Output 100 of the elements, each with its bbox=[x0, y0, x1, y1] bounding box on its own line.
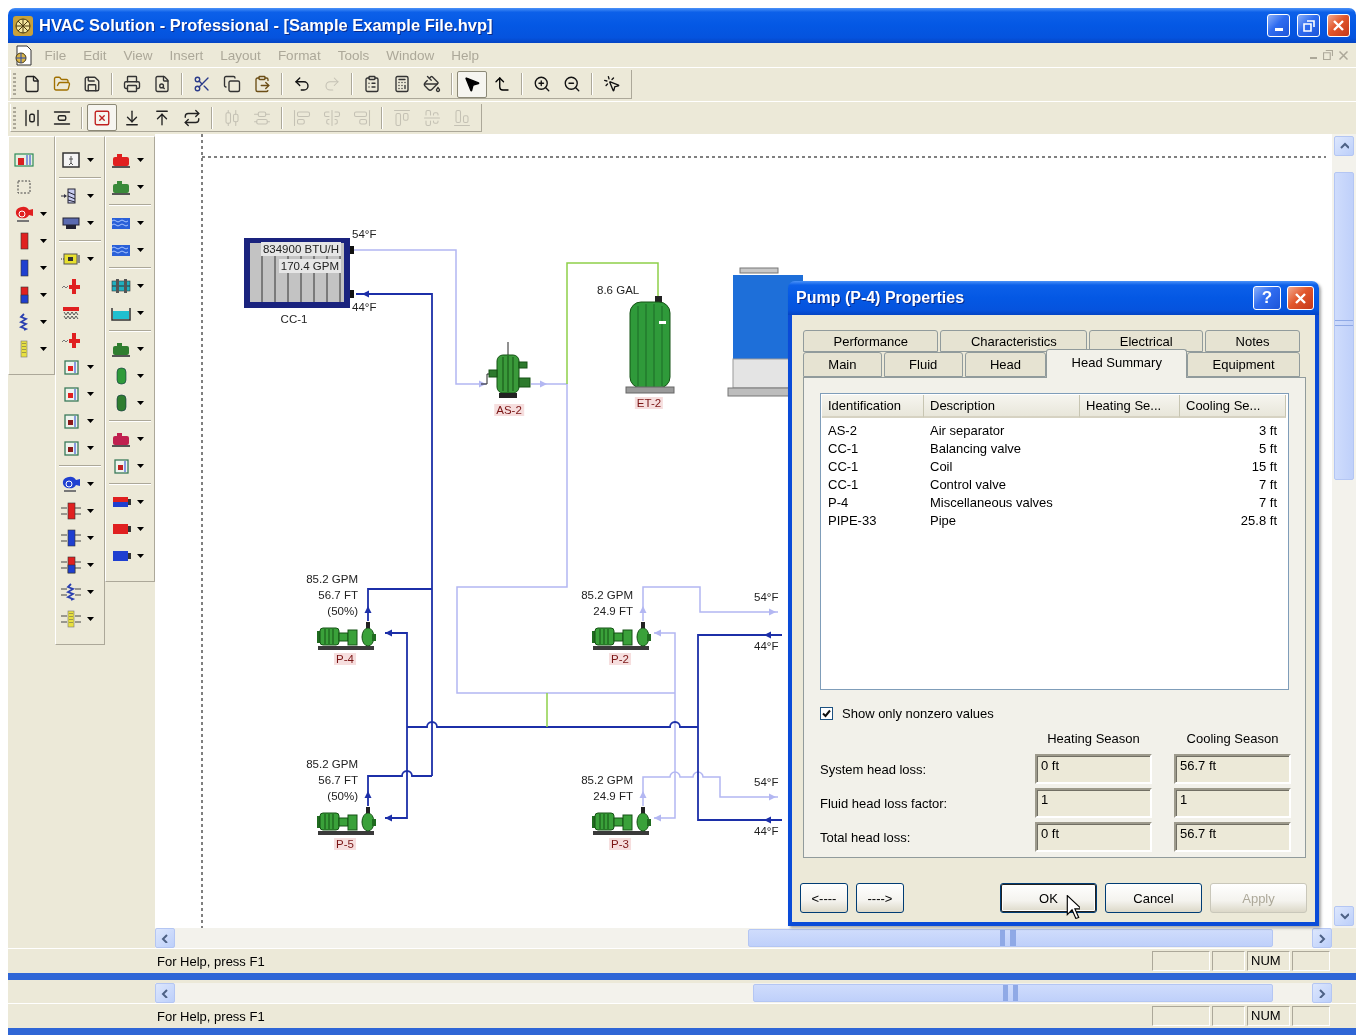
horizontal-scrollbar[interactable] bbox=[155, 983, 1332, 1003]
dialog-button[interactable]: OK bbox=[1000, 883, 1097, 913]
document-icon[interactable] bbox=[12, 44, 34, 66]
dropdown-caret-icon[interactable] bbox=[87, 193, 94, 198]
dropdown-caret-icon[interactable] bbox=[40, 319, 47, 324]
dropdown-caret-icon[interactable] bbox=[40, 292, 47, 297]
dropdown-caret-icon[interactable] bbox=[87, 418, 94, 423]
scroll-up-button[interactable] bbox=[1334, 136, 1354, 156]
value-field[interactable]: 1 bbox=[1035, 788, 1152, 818]
close-button[interactable] bbox=[1287, 286, 1314, 310]
column-header[interactable]: Heating Se... bbox=[1080, 395, 1180, 418]
column-header[interactable]: Description bbox=[924, 395, 1080, 418]
dropdown-caret-icon[interactable] bbox=[137, 400, 144, 405]
dropdown-caret-icon[interactable] bbox=[40, 211, 47, 216]
inline-spring-icon[interactable] bbox=[60, 582, 82, 601]
vertical-scrollbar[interactable] bbox=[1332, 134, 1356, 928]
flow-reading: 85.2 GPM bbox=[306, 757, 358, 772]
volume-reading: 8.6 GAL bbox=[597, 284, 640, 296]
chevron-right-icon bbox=[1317, 988, 1327, 998]
tab[interactable]: Electrical bbox=[1089, 330, 1204, 352]
table-cell-text: 15 ft bbox=[1250, 458, 1278, 474]
dialog-button[interactable]: Cancel bbox=[1105, 883, 1202, 913]
column-header[interactable]: Cooling Se... bbox=[1180, 395, 1286, 418]
status-pane bbox=[1212, 951, 1245, 971]
dropdown-caret-icon[interactable] bbox=[87, 256, 94, 261]
nav-button[interactable]: <---- bbox=[800, 883, 848, 913]
zone-icon[interactable] bbox=[60, 150, 82, 169]
minimize-button[interactable] bbox=[1267, 14, 1290, 37]
dropdown-caret-icon[interactable] bbox=[137, 184, 144, 189]
dropdown-caret-icon[interactable] bbox=[87, 616, 94, 621]
fan-icon[interactable] bbox=[60, 474, 82, 493]
value-field[interactable]: 56.7 ft bbox=[1174, 822, 1291, 852]
dropdown-caret-icon[interactable] bbox=[40, 238, 47, 243]
dropdown-caret-icon[interactable] bbox=[87, 562, 94, 567]
scroll-thumb[interactable] bbox=[1334, 172, 1354, 480]
chevron-left-icon bbox=[160, 933, 170, 943]
dropdown-caret-icon[interactable] bbox=[137, 247, 144, 252]
scroll-left-button[interactable] bbox=[155, 983, 175, 1003]
dropdown-caret-icon[interactable] bbox=[87, 535, 94, 540]
dropdown-caret-icon[interactable] bbox=[137, 436, 144, 441]
equipment-tag: ET-2 bbox=[634, 397, 664, 409]
dropdown-caret-icon[interactable] bbox=[137, 220, 144, 225]
scroll-down-button[interactable] bbox=[1334, 906, 1354, 926]
dropdown-caret-icon[interactable] bbox=[137, 373, 144, 378]
table-cell-text: Balancing valve bbox=[929, 440, 1023, 456]
dropdown-caret-icon[interactable] bbox=[87, 445, 94, 450]
tab[interactable]: Fluid bbox=[883, 352, 963, 377]
nav-button[interactable]: ----> bbox=[856, 883, 904, 913]
scroll-right-button[interactable] bbox=[1312, 983, 1332, 1003]
dropdown-caret-icon[interactable] bbox=[87, 220, 94, 225]
tab[interactable]: Performance bbox=[803, 330, 939, 352]
toolbar-grip[interactable] bbox=[13, 106, 16, 129]
value-field[interactable]: 56.7 ft bbox=[1174, 754, 1291, 784]
tab[interactable]: Head Summary bbox=[1046, 349, 1188, 378]
value-field[interactable]: 0 ft bbox=[1035, 754, 1152, 784]
column-header[interactable]: Identification bbox=[822, 395, 924, 418]
value-field[interactable]: 1 bbox=[1174, 788, 1291, 818]
tab[interactable]: Equipment bbox=[1187, 352, 1300, 377]
dropdown-caret-icon[interactable] bbox=[87, 589, 94, 594]
air-handler-icon[interactable] bbox=[13, 150, 35, 169]
horizontal-scrollbar[interactable] bbox=[155, 928, 1332, 948]
inline-coil-icon[interactable] bbox=[60, 501, 82, 520]
dropdown-caret-icon[interactable] bbox=[137, 283, 144, 288]
dropdown-caret-icon[interactable] bbox=[137, 526, 144, 531]
inline-coil-icon[interactable] bbox=[60, 528, 82, 547]
valve-icon[interactable] bbox=[60, 276, 82, 295]
minimize-icon bbox=[1274, 28, 1283, 31]
inline-coil-icon[interactable] bbox=[60, 555, 82, 574]
scroll-right-button[interactable] bbox=[1312, 928, 1332, 948]
dropdown-caret-icon[interactable] bbox=[40, 265, 47, 270]
close-button[interactable] bbox=[1327, 14, 1350, 37]
value-field[interactable]: 0 ft bbox=[1035, 822, 1152, 852]
tab[interactable]: Characteristics bbox=[940, 330, 1088, 352]
dropdown-caret-icon[interactable] bbox=[137, 553, 144, 558]
toolbar-grip[interactable] bbox=[13, 73, 16, 95]
head-reading: 24.9 FT bbox=[593, 789, 633, 804]
fan-icon[interactable] bbox=[13, 204, 35, 223]
dropdown-caret-icon[interactable] bbox=[40, 346, 47, 351]
valve-icon[interactable] bbox=[60, 330, 82, 349]
scroll-thumb[interactable] bbox=[748, 929, 1273, 947]
scroll-left-button[interactable] bbox=[155, 928, 175, 948]
dropdown-caret-icon[interactable] bbox=[87, 364, 94, 369]
dropdown-caret-icon[interactable] bbox=[87, 508, 94, 513]
dropdown-caret-icon[interactable] bbox=[137, 157, 144, 162]
dropdown-caret-icon[interactable] bbox=[87, 157, 94, 162]
maximize-button[interactable] bbox=[1297, 14, 1320, 37]
dropdown-caret-icon[interactable] bbox=[137, 499, 144, 504]
dropdown-caret-icon[interactable] bbox=[137, 346, 144, 351]
toolbar-button[interactable] bbox=[457, 70, 487, 98]
tab[interactable]: Main bbox=[803, 352, 882, 377]
dropdown-caret-icon[interactable] bbox=[87, 391, 94, 396]
help-button[interactable]: ? bbox=[1253, 286, 1281, 310]
tab[interactable]: Notes bbox=[1205, 330, 1300, 352]
dropdown-caret-icon[interactable] bbox=[137, 310, 144, 315]
checkbox[interactable] bbox=[820, 707, 833, 720]
scroll-thumb[interactable] bbox=[753, 984, 1273, 1002]
tab[interactable]: Head bbox=[964, 352, 1047, 377]
dropdown-caret-icon[interactable] bbox=[137, 463, 144, 468]
heat-exchanger-icon[interactable] bbox=[110, 276, 132, 295]
dropdown-caret-icon[interactable] bbox=[87, 481, 94, 486]
